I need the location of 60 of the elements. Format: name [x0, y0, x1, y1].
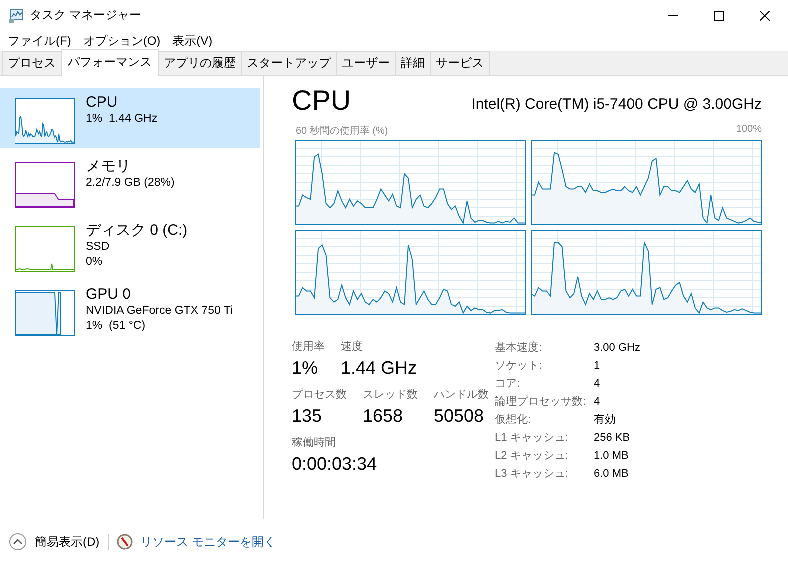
stat-label: 速度: [341, 340, 364, 355]
sidebar-item[interactable]: GPU 0 NVIDIA GeForce GTX 750 Ti 1% (51 °C): [0, 280, 260, 340]
chevron-up-icon: [9, 533, 27, 551]
menu-item[interactable]: 表示(V): [166, 32, 219, 50]
device-name: GPU 0: [86, 286, 132, 304]
stat-value: 1%: [292, 357, 320, 380]
cpu-model: Intel(R) Core(TM) i5-7400 CPU @ 3.00GHz: [472, 95, 762, 115]
graph-caption: 60 秒間の使用率 (%): [296, 124, 388, 138]
sidebar-item[interactable]: メモリ 2.2/7.9 GB (28%): [0, 152, 260, 212]
menu-item[interactable]: オプション(O): [77, 32, 167, 50]
tab[interactable]: プロセス: [2, 51, 62, 75]
info-label: ソケット:: [495, 359, 544, 374]
info-label: L1 キャッシュ:: [495, 431, 570, 446]
device-name: CPU: [86, 94, 119, 112]
info-label: L3 キャッシュ:: [495, 467, 570, 482]
device-detail: NVIDIA GeForce GTX 750 Ti: [86, 304, 233, 319]
app-icon: [8, 8, 24, 24]
info-label: 基本速度:: [495, 340, 544, 356]
stat-label: スレッド数: [363, 388, 418, 403]
resource-monitor-link[interactable]: リソース モニターを開く: [140, 534, 276, 550]
close-icon: [760, 10, 770, 20]
sidebar-item[interactable]: CPU 1% 1.44 GHz: [0, 88, 260, 148]
window-title: タスク マネージャー: [30, 7, 142, 24]
resource-monitor-icon[interactable]: [116, 534, 133, 550]
menu-item[interactable]: ファイル(F): [2, 32, 78, 50]
stat-value: 50508: [434, 405, 486, 428]
device-detail: 0%: [86, 255, 104, 270]
maximize-icon: [714, 10, 724, 20]
tab[interactable]: サービス: [430, 51, 490, 75]
section-title: CPU: [292, 84, 352, 118]
info-label: 仮想化:: [495, 412, 532, 428]
stat-label: 稼働時間: [292, 436, 337, 451]
device-detail: SSD: [86, 240, 111, 255]
stat-value: 1.44 GHz: [341, 357, 418, 380]
info-value: 4: [594, 395, 602, 410]
info-value: 256 KB: [594, 431, 632, 446]
stat-label: 使用率: [292, 340, 325, 355]
graph-max-label: 100%: [736, 124, 762, 137]
device-detail: 2.2/7.9 GB (28%): [86, 176, 175, 191]
device-detail: 1% 1.44 GHz: [86, 112, 158, 127]
stat-label: プロセス数: [292, 388, 347, 403]
info-value: 6.0 MB: [594, 467, 630, 482]
tab[interactable]: パフォーマンス: [61, 49, 159, 76]
fewer-details-button[interactable]: 簡易表示(D): [9, 533, 100, 551]
info-value: 1: [594, 359, 602, 374]
info-label: コア:: [495, 377, 522, 392]
stat-value: 1658: [363, 405, 404, 428]
device-name: ディスク 0 (C:): [86, 222, 188, 240]
device-name: メモリ: [86, 158, 132, 176]
info-value: 1.0 MB: [594, 449, 630, 464]
info-label: 論理プロセッサ数:: [495, 394, 588, 410]
sidebar-item[interactable]: ディスク 0 (C:) SSD 0%: [0, 216, 260, 276]
info-value: 3.00 GHz: [594, 341, 640, 356]
info-value: 有効: [594, 413, 617, 428]
info-label: L2 キャッシュ:: [495, 449, 570, 464]
stat-value: 0:00:03:34: [292, 453, 378, 476]
stat-label: ハンドル数: [434, 388, 489, 403]
stat-value: 135: [292, 405, 324, 428]
info-value: 4: [594, 377, 602, 392]
device-detail: 1% (51 °C): [86, 319, 147, 334]
